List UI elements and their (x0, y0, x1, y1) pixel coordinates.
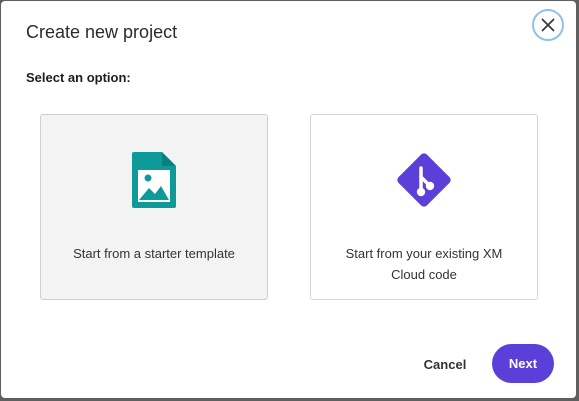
option-card-starter-template[interactable]: Start from a starter template (40, 114, 268, 300)
close-icon (541, 18, 555, 32)
git-icon (394, 148, 454, 212)
dialog-title: Create new project (26, 22, 178, 42)
cancel-button[interactable]: Cancel (411, 347, 479, 381)
image-file-icon (124, 148, 184, 212)
next-button[interactable]: Next (492, 344, 554, 383)
option-card-existing-code[interactable]: Start from your existing XM Cloud code (310, 114, 538, 300)
select-option-label: Select an option: (26, 70, 131, 85)
create-project-dialog: Create new project Select an option: Sta… (1, 1, 576, 398)
option-label: Start from your existing XM Cloud code (345, 246, 503, 282)
option-label: Start from a starter template (73, 246, 235, 261)
close-button[interactable] (532, 9, 564, 41)
